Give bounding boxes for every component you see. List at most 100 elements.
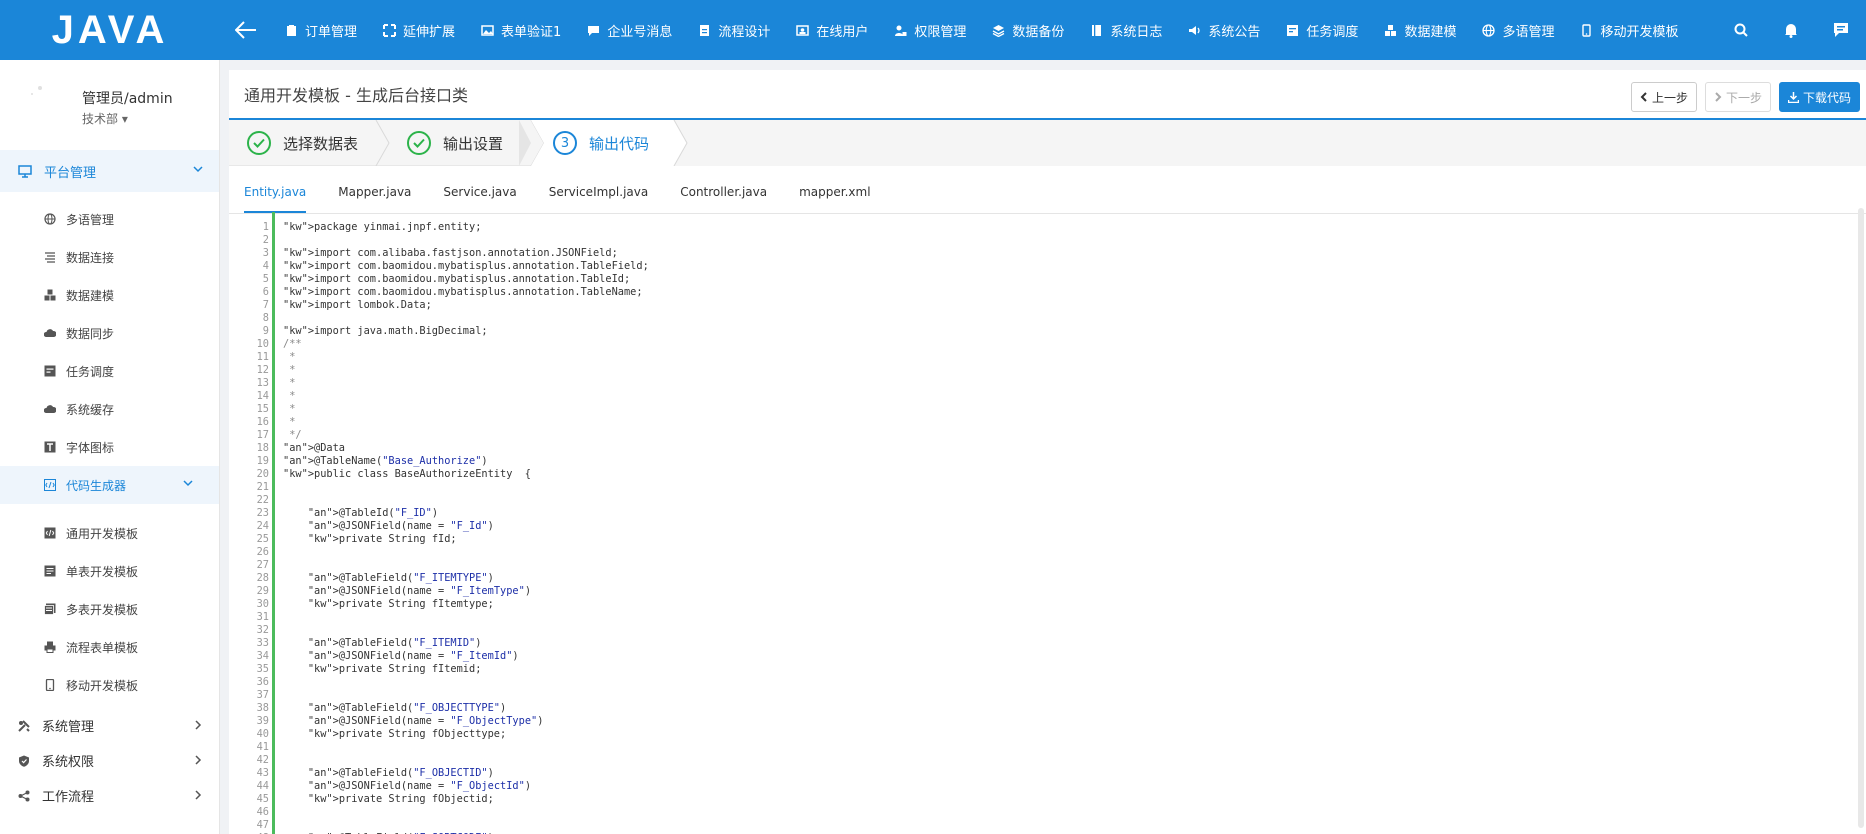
sidebar-group-label: 系统管理 [42,720,95,735]
mobile-icon [44,679,66,691]
top-navbar: JAVA 订单管理 延伸扩展 表单验证1 企业号消息 流程设计 在线用户 权限管理 数据备份 系… [0,0,1866,60]
user-card-icon [796,24,816,37]
code-line: "kw">private String fItemtype; [307,598,494,610]
sidebar-item[interactable]: 数据同步 [0,314,219,352]
font-icon [44,441,66,453]
step-2[interactable]: 输出设置 [407,120,503,166]
line-number: 2 [262,234,269,246]
topnav-item[interactable]: 数据备份 [979,0,1077,60]
topnav-label: 订单管理 [305,24,358,40]
sidebar-item[interactable]: 数据建模 [0,276,219,314]
search-icon[interactable] [1716,0,1766,60]
tab-mapper-java[interactable]: Mapper.java [338,185,411,213]
line-number: 16 [256,416,269,428]
topnav-item[interactable]: 移动开发模板 [1567,0,1691,60]
download-icon [1787,91,1799,103]
sidebar-item-label: 数据同步 [66,326,115,341]
tab-service-java[interactable]: Service.java [443,185,516,213]
topnav-item[interactable]: 在线用户 [783,0,881,60]
sidebar-group[interactable]: 工作流程 [0,778,219,813]
sidebar-item[interactable]: 单表开发模板 [0,552,219,590]
line-number: 44 [256,780,269,792]
next-step-button[interactable]: 下一步 [1704,82,1771,112]
user-name[interactable]: 管理员/admin [82,88,173,108]
cloud-icon [44,327,66,339]
topnav-item[interactable]: 表单验证1 [468,0,574,60]
sidebar-group-platform[interactable]: 平台管理 [0,150,219,192]
form-icon [44,565,66,577]
image-icon [481,24,501,37]
line-number: 3 [262,247,269,259]
user-panel: 管理员/admin 技术部 ▾ [0,60,219,150]
sidebar-item[interactable]: 流程表单模板 [0,628,219,666]
code-line: "kw">private String fObjecttype; [307,728,507,740]
sidebar-item[interactable]: 移动开发模板 [0,666,219,704]
tab-controller-java[interactable]: Controller.java [680,185,767,213]
top-nav-menu: 订单管理 延伸扩展 表单验证1 企业号消息 流程设计 在线用户 权限管理 数据备份 系统日志 系统… [272,0,1691,60]
sidebar: 管理员/admin 技术部 ▾ 平台管理 多语管理 数据连接 数据建模数据同步任务调… [0,60,220,834]
line-number: 9 [262,325,269,337]
sidebar-item[interactable]: 任务调度 [0,352,219,390]
monitor-icon [18,164,32,178]
topnav-item[interactable]: 系统公告 [1175,0,1273,60]
sidebar-group-label: 系统权限 [42,755,95,770]
code-viewer[interactable]: 1 2 3 4 5 6 7 8 9 10 11 12 13 14 15 16 17 18 19 20 21 22 23 24 2… [239,212,1854,834]
code-line: "an">@TableId("F_ID") [307,507,439,519]
line-number: 20 [256,468,269,480]
sidebar-item-label: 通用开发模板 [66,526,139,541]
tab-serviceimpl-java[interactable]: ServiceImpl.java [549,185,649,213]
topnav-item[interactable]: 权限管理 [881,0,979,60]
bell-icon[interactable] [1766,0,1816,60]
code-file-icon [44,527,66,539]
line-number: 46 [256,806,269,818]
step-3[interactable]: 3 输出代码 [553,120,649,166]
topnav-item[interactable]: 系统日志 [1077,0,1175,60]
code-line: "kw">package yinmai.jnpf.entity; [283,221,482,233]
code-line: "kw">import com.alibaba.fastjson.annotat… [283,247,618,259]
caret-down-icon: ▾ [121,112,128,126]
chevron-down-icon [193,166,203,173]
code-line: "an">@JSONField(name = "F_ObjectId") [307,780,532,792]
line-number: 31 [256,611,269,623]
line-number: 35 [256,663,269,675]
step-1[interactable]: 选择数据表 [247,120,358,166]
chat-icon[interactable] [1816,0,1866,60]
schedule-icon [1286,24,1306,37]
topnav-item[interactable]: 企业号消息 [574,0,685,60]
topnav-item[interactable]: 数据建模 [1371,0,1469,60]
topnav-item[interactable]: 延伸扩展 [370,0,468,60]
app-logo[interactable]: JAVA [0,0,220,60]
code-line: * [283,364,296,376]
code-line: "kw">private String fId; [307,533,457,545]
sidebar-item[interactable]: 通用开发模板 [0,514,219,552]
sidebar-item[interactable]: 多表开发模板 [0,590,219,628]
topnav-label: 流程设计 [718,24,771,40]
topnav-label: 移动开发模板 [1600,24,1679,40]
download-code-button[interactable]: 下载代码 [1778,82,1860,112]
line-number: 25 [256,533,269,545]
topnav-item[interactable]: 多语管理 [1469,0,1567,60]
topnav-item[interactable]: 流程设计 [685,0,783,60]
line-number: 27 [256,559,269,571]
sidebar-item[interactable]: 系统缓存 [0,390,219,428]
tools-icon [18,719,42,732]
prev-step-button[interactable]: 上一步 [1630,82,1697,112]
tab-entity-java[interactable]: Entity.java [244,185,307,213]
tab-mapper-xml[interactable]: mapper.xml [799,185,870,213]
sidebar-item[interactable]: 字体图标 [0,428,219,466]
topnav-item[interactable]: 任务调度 [1273,0,1371,60]
topnav-item[interactable]: 订单管理 [272,0,370,60]
sidebar-group[interactable]: 系统管理 [0,708,219,743]
vertical-scrollbar[interactable] [1858,208,1864,828]
sidebar-item[interactable]: 数据连接 [0,238,219,276]
avatar[interactable] [22,74,58,110]
user-dept[interactable]: 技术部 ▾ [82,110,128,127]
back-arrow-icon[interactable] [220,0,272,60]
sidebar-group[interactable]: 系统权限 [0,743,219,778]
sidebar-item-codegen[interactable]: 代码生成器 [0,466,219,504]
sidebar-item[interactable]: 多语管理 [0,200,219,238]
